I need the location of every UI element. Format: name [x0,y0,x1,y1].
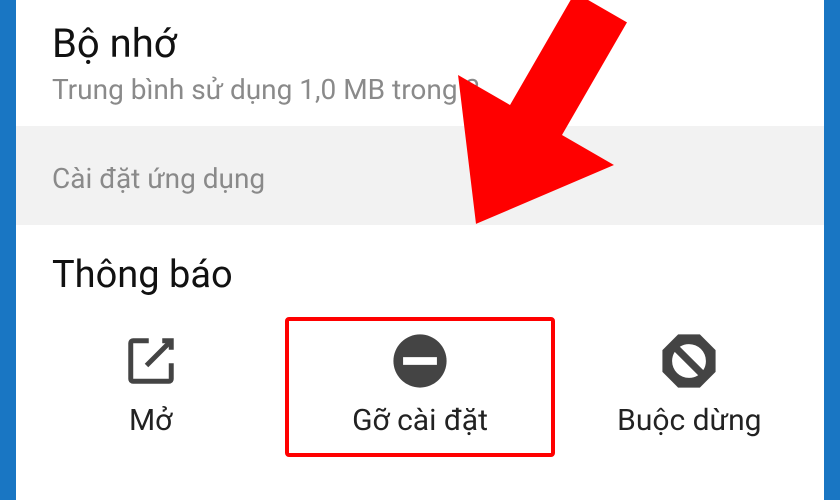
open-button[interactable]: Mở [16,317,285,457]
force-stop-label: Buộc dừng [617,403,761,438]
open-icon [121,331,181,391]
uninstall-label: Gỡ cài đặt [352,403,488,438]
app-settings-label: Cài đặt ứng dụng [52,162,796,195]
force-stop-button[interactable]: Buộc dừng [555,317,824,457]
app-settings-header: Cài đặt ứng dụng [16,126,824,225]
minus-circle-icon [390,331,450,391]
memory-subtitle: Trung bình sử dụng 1,0 MB trong 3 qua [52,73,796,106]
device-frame: Bộ nhớ Trung bình sử dụng 1,0 MB trong 3… [0,0,840,500]
block-icon [659,331,719,391]
notifications-section[interactable]: Thông báo [16,225,824,305]
open-label: Mở [129,403,172,438]
bottom-action-bar: Mở Gỡ cài đặt Buộc dừng [16,305,824,469]
notifications-title: Thông báo [52,253,796,297]
memory-section[interactable]: Bộ nhớ Trung bình sử dụng 1,0 MB trong 3… [16,0,824,126]
memory-title: Bộ nhớ [52,20,796,67]
uninstall-button[interactable]: Gỡ cài đặt [285,317,554,457]
